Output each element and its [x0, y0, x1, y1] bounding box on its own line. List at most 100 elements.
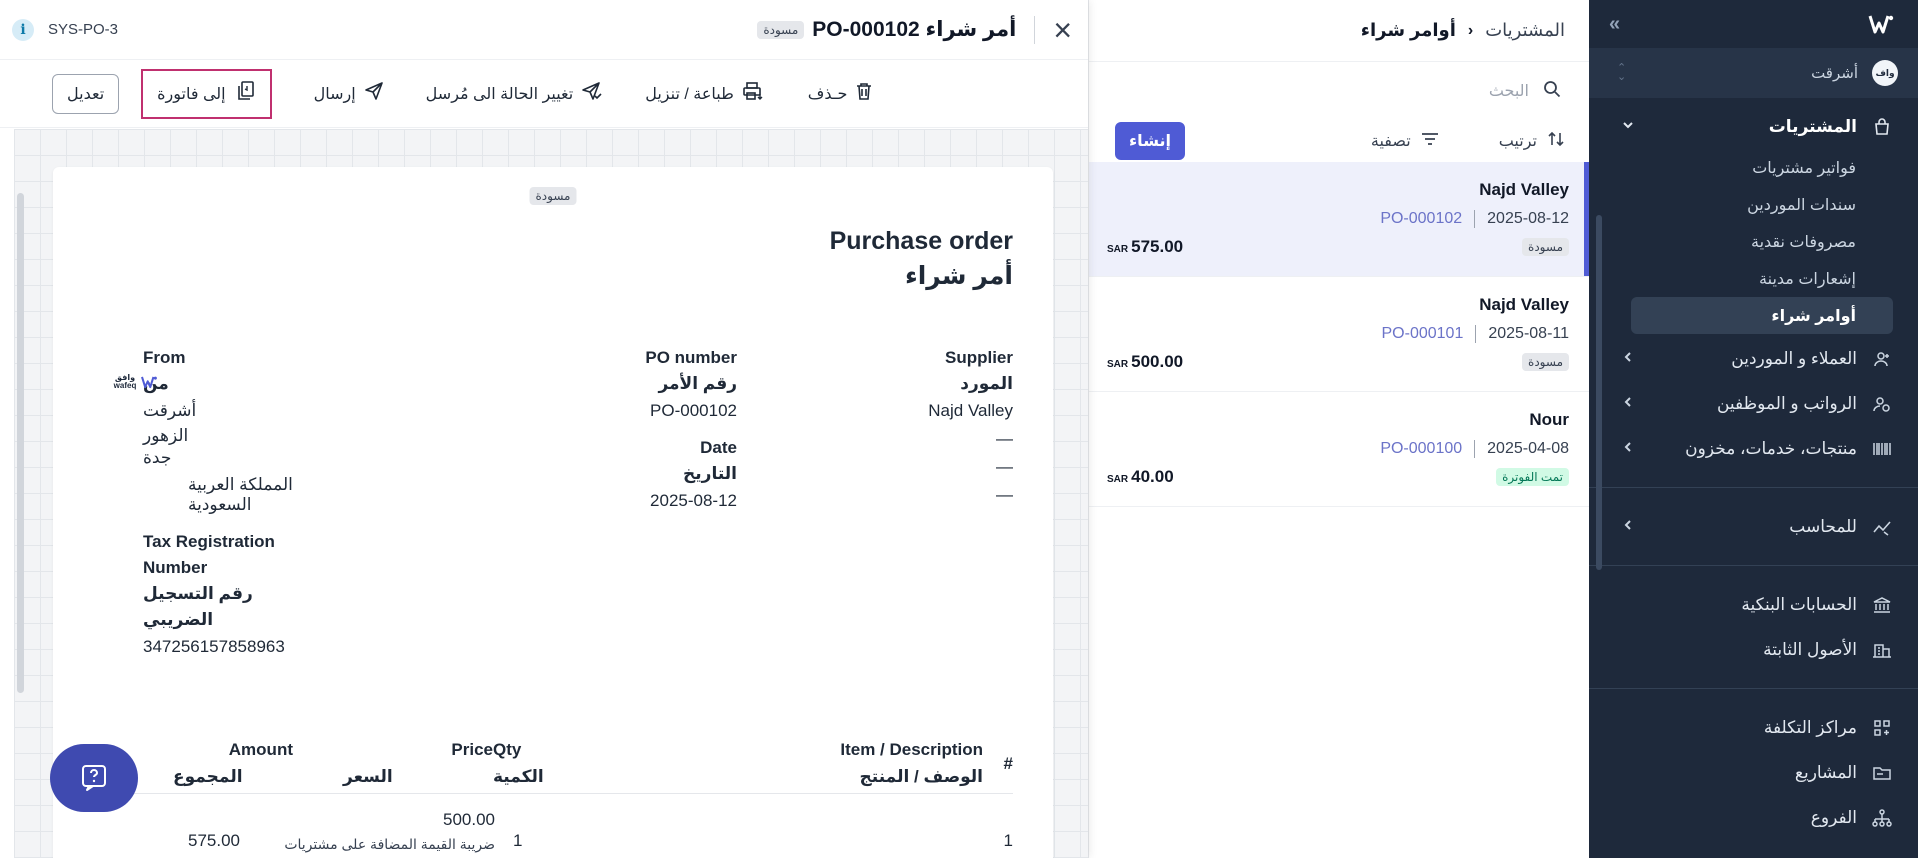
- col-item-ar: الوصف / المنتج: [859, 767, 983, 786]
- supplier-label-en: Supplier: [944, 348, 1013, 367]
- nav-projects[interactable]: المشاريع: [1621, 750, 1893, 795]
- folder-icon: [1871, 762, 1893, 784]
- detail-toolbar: تعديل إلى فاتورة إرسال تغيير الحالة الى …: [0, 60, 1088, 128]
- tax-number-value: 347256157858963: [143, 637, 285, 656]
- nav-purchase-orders[interactable]: أوامر شراء: [1631, 297, 1893, 334]
- nav-supplier-payments[interactable]: سندات الموردين: [1621, 186, 1893, 223]
- create-button[interactable]: إنشاء: [1115, 122, 1185, 160]
- order-supplier: Nour: [1529, 410, 1569, 429]
- document-heading-en: Purchase order: [829, 227, 1013, 255]
- nav-group-main: المشتريات فواتير مشتريات سندات الموردين …: [1589, 104, 1918, 471]
- list-item[interactable]: Najd Valley 2025-08-11 PO-000101 مسودة S…: [1089, 277, 1589, 392]
- sort-icon: [1547, 130, 1565, 153]
- nav-branches-label: الفروع: [1810, 807, 1857, 827]
- close-icon[interactable]: ×: [1053, 14, 1072, 46]
- list-toolbar: ترتيب تصفية إنشاء: [1089, 120, 1589, 162]
- list-item[interactable]: Najd Valley 2025-08-12 PO-000102 مسودة S…: [1089, 162, 1589, 277]
- nav-fixed-assets[interactable]: الأصول الثابتة: [1621, 627, 1893, 672]
- divider: [1034, 15, 1036, 44]
- delete-label: حـذف: [807, 85, 848, 103]
- nav-products[interactable]: منتجات، خدمات، مخزون: [1621, 426, 1893, 471]
- edit-button[interactable]: تعديل: [52, 73, 120, 114]
- nav-cash-expenses[interactable]: مصروفات نقدية: [1621, 223, 1893, 260]
- col-price: Price السعر: [343, 736, 493, 790]
- nav-accountant-label: للمحاسب: [1789, 516, 1857, 536]
- chevron-left-icon: ‹: [1467, 21, 1474, 39]
- nav-accountant[interactable]: للمحاسب: [1621, 504, 1893, 549]
- line-amount: 575.00: [188, 831, 240, 850]
- col-qty: Qty الكمية: [493, 736, 544, 790]
- supplier-block: Supplier المورد Najd Valley — — —: [833, 345, 1013, 509]
- order-footer: مسودة SAR 575.00: [1107, 234, 1569, 260]
- divider: [1475, 325, 1477, 343]
- chevron-left-icon: [1621, 395, 1635, 412]
- wafeq-logo-icon: [141, 376, 157, 389]
- search-box[interactable]: البحث: [1089, 62, 1589, 120]
- nav-debit-notes[interactable]: إشعارات مدينة: [1621, 260, 1893, 297]
- order-date: 2025-04-08: [1487, 440, 1569, 457]
- sort-button[interactable]: ترتيب: [1499, 130, 1565, 153]
- document-scrollbar[interactable]: [17, 193, 24, 693]
- from-block: From من أشرقت الزهور جدة المملكة العربية…: [143, 345, 313, 661]
- purchase-orders-list: Najd Valley 2025-08-12 PO-000102 مسودة S…: [1089, 162, 1589, 507]
- send-button[interactable]: إرسال: [314, 81, 384, 106]
- order-footer: مسودة SAR 500.00: [1107, 349, 1569, 375]
- items-table-header: # Item / Description الوصف / المنتج Qty …: [93, 732, 1013, 794]
- from-city: جدة: [143, 448, 172, 467]
- delete-button[interactable]: حـذف: [808, 81, 874, 106]
- nav-purchase-invoices[interactable]: فواتير مشتريات: [1621, 149, 1893, 186]
- col-number: #: [1003, 754, 1013, 773]
- list-item[interactable]: Nour 2025-04-08 PO-000100 تمت الفوترة SA…: [1089, 392, 1589, 507]
- building-icon: [1871, 639, 1893, 661]
- sidebar-divider: [1589, 487, 1918, 488]
- order-footer: تمت الفوترة SAR 40.00: [1107, 464, 1569, 490]
- branches-icon: [1871, 807, 1893, 829]
- order-date: 2025-08-12: [1487, 210, 1569, 227]
- collapse-sidebar-icon[interactable]: »: [1609, 13, 1620, 36]
- status-badge: تمت الفوترة: [1496, 468, 1569, 486]
- nav-payroll[interactable]: الرواتب و الموظفين: [1621, 381, 1893, 426]
- nav-purchases[interactable]: المشتريات: [1621, 104, 1893, 149]
- date-value: 2025-08-12: [650, 491, 737, 510]
- bank-icon: [1871, 594, 1893, 616]
- convert-to-invoice-button[interactable]: إلى فاتورة: [141, 68, 272, 119]
- nav-purchases-label: المشتريات: [1768, 116, 1857, 136]
- order-amount: SAR 575.00: [1107, 237, 1183, 257]
- nav-bank-accounts[interactable]: الحسابات البنكية: [1621, 582, 1893, 627]
- from-company-name: أشرقت: [143, 401, 197, 420]
- from-label-en: From: [143, 348, 186, 367]
- chevron-left-icon: [1621, 440, 1635, 457]
- purchase-orders-list-panel: المشتريات ‹ أوامر شراء البحث ترتيب تصفية…: [1088, 0, 1589, 858]
- order-date: 2025-08-11: [1488, 325, 1569, 342]
- wafeq-logo-icon[interactable]: [1868, 13, 1894, 35]
- filter-icon: [1421, 132, 1439, 151]
- nav-group-banking: الحسابات البنكية الأصول الثابتة: [1589, 582, 1918, 672]
- trash-icon: [855, 81, 873, 106]
- company-logo: وافق wafeq: [113, 374, 158, 390]
- search-input[interactable]: البحث: [1489, 81, 1529, 101]
- order-supplier: Najd Valley: [1479, 295, 1569, 314]
- help-button[interactable]: [50, 744, 138, 812]
- col-amount-ar: المجموع: [173, 767, 243, 786]
- search-icon: [1543, 80, 1561, 103]
- order-amount: SAR 40.00: [1107, 467, 1174, 487]
- nav-cost-centers[interactable]: مراكز التكلفة: [1621, 705, 1893, 750]
- supplier-address-line: —: [996, 485, 1013, 504]
- order-amount: SAR 500.00: [1107, 352, 1183, 372]
- chevron-updown-icon: ⌃ ⌄: [1617, 62, 1627, 83]
- page-title: أمر شراء PO-000102: [812, 18, 1017, 41]
- date-label-ar: التاريخ: [683, 464, 737, 483]
- nav-branches[interactable]: الفروع: [1621, 795, 1893, 840]
- col-qty-en: Qty: [493, 740, 522, 759]
- amount-value: 40.00: [1131, 467, 1174, 486]
- mark-as-sent-button[interactable]: تغيير الحالة الى مُرسل: [426, 81, 604, 106]
- tax-number-label-ar: رقم التسجيل الضريبي: [143, 584, 253, 629]
- amount-value: 500.00: [1131, 352, 1184, 371]
- nav-customers[interactable]: العملاء و الموردين: [1621, 336, 1893, 381]
- breadcrumb-parent[interactable]: المشتريات: [1485, 20, 1565, 41]
- print-download-button[interactable]: طباعة / تنزيل: [645, 81, 764, 106]
- org-switcher[interactable]: واف أشرقت ⌃ ⌄: [1589, 48, 1918, 98]
- filter-button[interactable]: تصفية: [1371, 131, 1439, 151]
- sidebar-scrollbar[interactable]: [1596, 215, 1602, 570]
- info-icon[interactable]: i: [12, 18, 34, 41]
